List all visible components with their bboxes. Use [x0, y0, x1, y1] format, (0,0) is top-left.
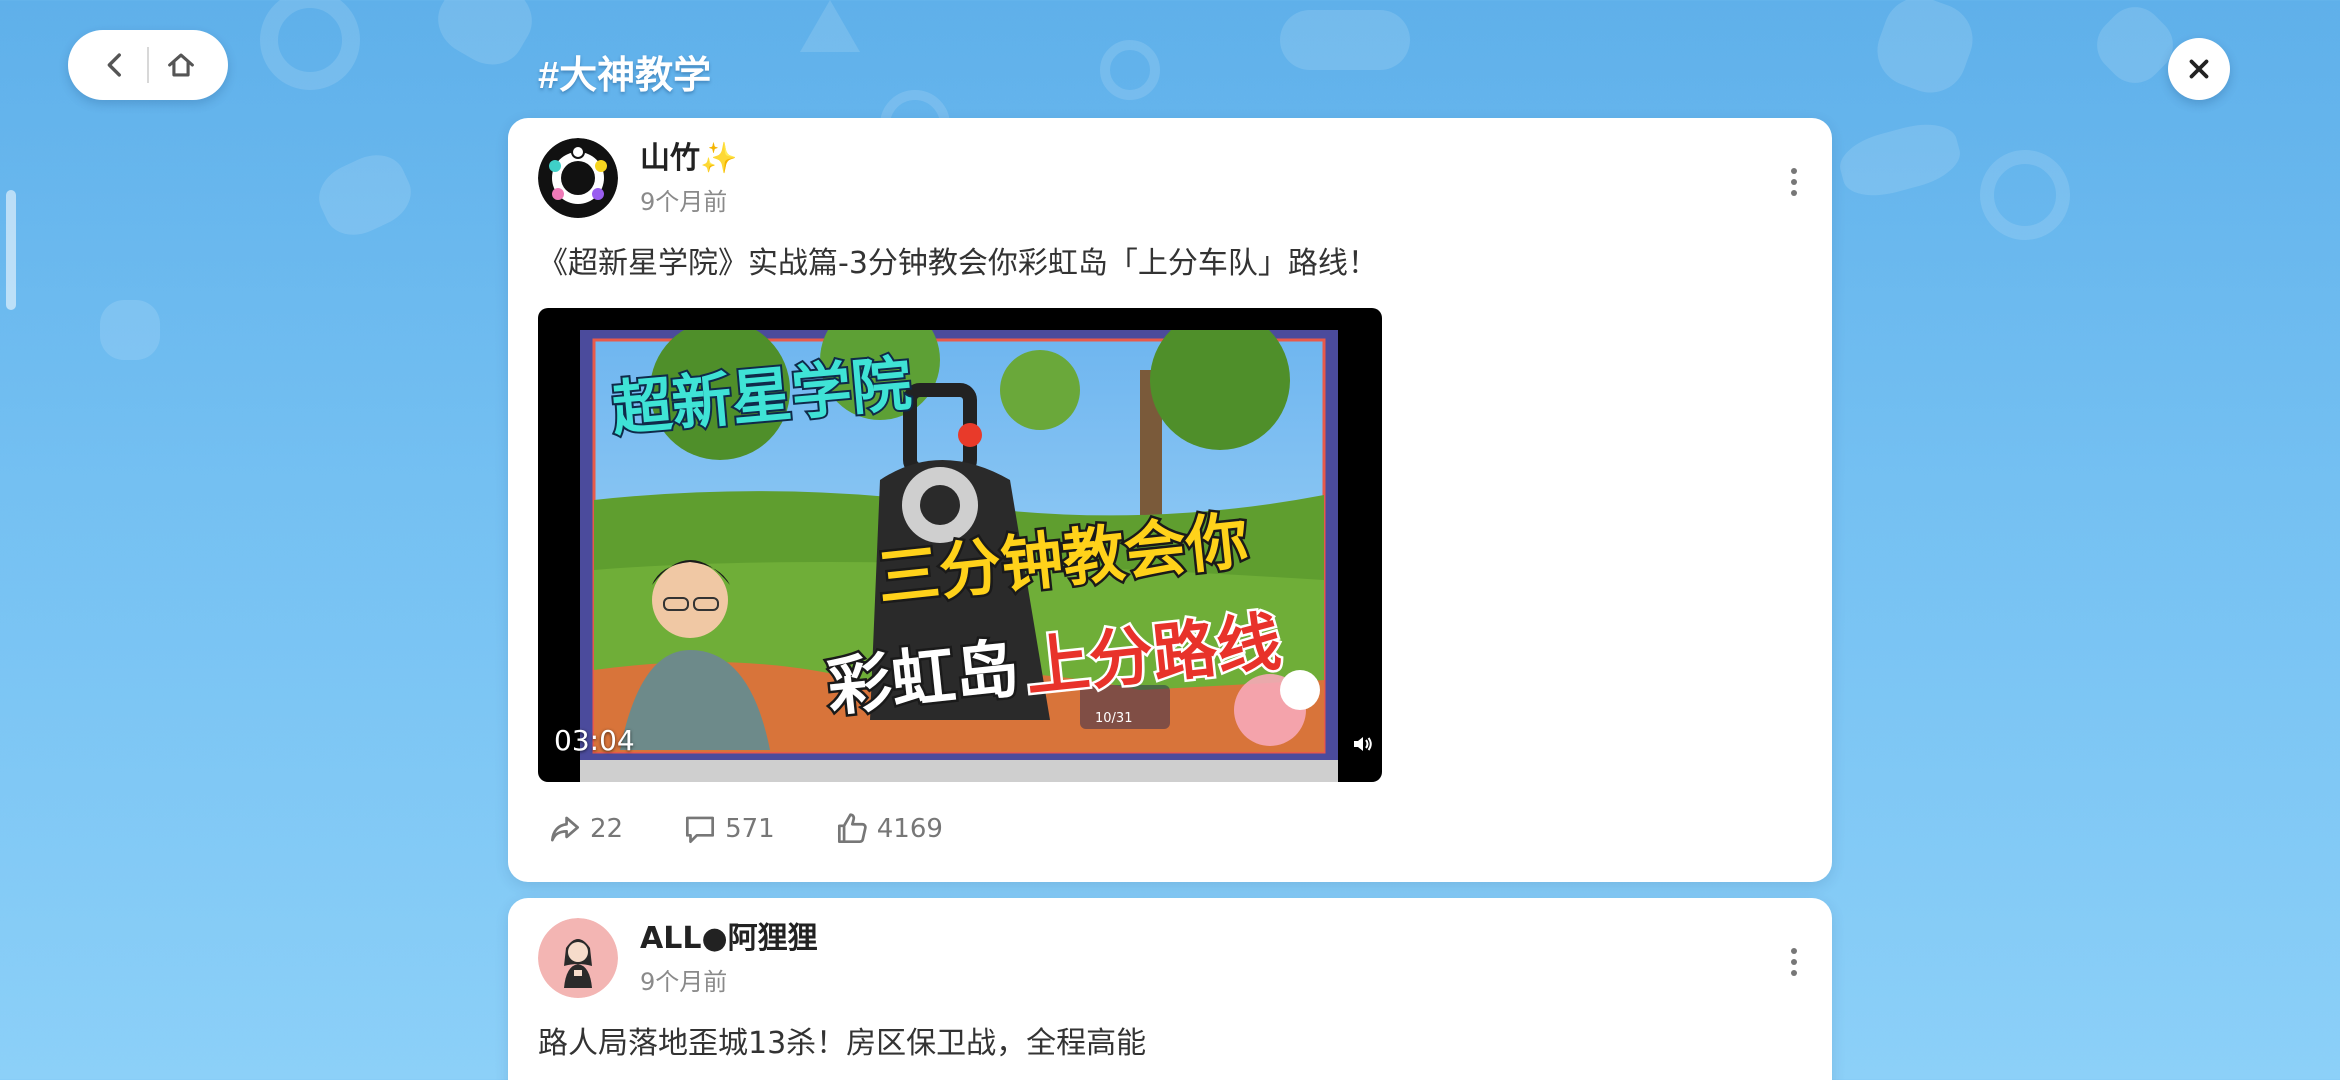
comment-button[interactable]: 571: [681, 810, 775, 848]
video-thumbnail: 10/31 超新星学院 三分钟教会你 彩虹岛 上分路线: [580, 330, 1338, 762]
video-progress-bar[interactable]: [580, 760, 1338, 782]
author-name[interactable]: ALL●阿狸狸: [640, 920, 818, 958]
topic-title: #大神教学: [538, 55, 712, 97]
more-options-button[interactable]: [1782, 942, 1806, 982]
volume-icon[interactable]: [1350, 732, 1374, 756]
video-player[interactable]: 10/31 超新星学院 三分钟教会你 彩虹岛 上分路线 03:04: [538, 308, 1382, 782]
close-icon: [2189, 59, 2209, 79]
chevron-left-icon: [107, 53, 121, 77]
post-card[interactable]: ALL●阿狸狸 9个月前 路人局落地歪城13杀！房区保卫战，全程高能: [508, 898, 1832, 1080]
scrollbar[interactable]: [6, 190, 16, 310]
post-time: 9个月前: [640, 187, 728, 216]
share-count: 22: [590, 814, 624, 844]
video-duration: 03:04: [554, 724, 635, 757]
like-button[interactable]: 4169: [833, 810, 943, 848]
home-icon: [168, 53, 194, 77]
avatar[interactable]: [538, 918, 618, 998]
avatar[interactable]: [538, 138, 618, 218]
hud-ammo: 10/31: [1095, 711, 1132, 726]
post-time: 9个月前: [640, 967, 728, 996]
close-button[interactable]: [2168, 38, 2230, 100]
post-text[interactable]: 路人局落地歪城13杀！房区保卫战，全程高能: [538, 1018, 1146, 1062]
thumbs-up-icon: [837, 813, 867, 844]
nav-pill: [68, 30, 228, 100]
share-button[interactable]: 22: [546, 810, 623, 848]
post-card[interactable]: 山竹✨ 9个月前 《超新星学院》实战篇-3分钟教会你彩虹岛「上分车队」路线！ 1…: [508, 118, 1832, 882]
home-button[interactable]: [159, 43, 203, 87]
action-bar: 22 571 4169: [546, 810, 1001, 848]
comment-count: 571: [725, 814, 775, 844]
nav-divider: [147, 47, 149, 83]
author-name[interactable]: 山竹✨: [640, 140, 737, 178]
more-options-button[interactable]: [1782, 162, 1806, 202]
share-icon: [550, 816, 580, 842]
like-count: 4169: [876, 814, 943, 844]
author-row[interactable]: 山竹✨ 9个月前: [538, 138, 737, 218]
back-button[interactable]: [93, 43, 137, 87]
comment-icon: [686, 816, 715, 844]
post-text[interactable]: 《超新星学院》实战篇-3分钟教会你彩虹岛「上分车队」路线！: [538, 238, 1378, 282]
author-row[interactable]: ALL●阿狸狸 9个月前: [538, 918, 818, 998]
